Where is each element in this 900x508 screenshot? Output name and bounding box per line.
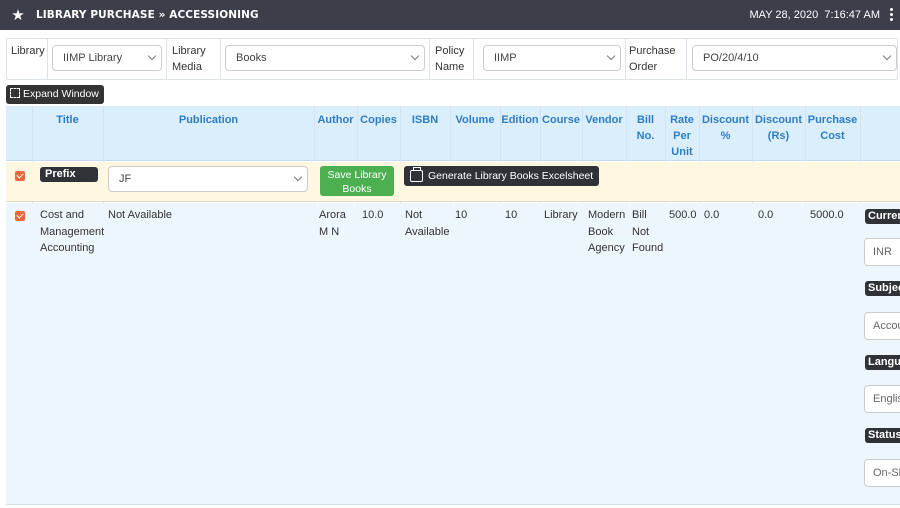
prefix-label: Prefix: [40, 167, 98, 182]
col-header-edition[interactable]: Edition: [500, 112, 540, 128]
purchase-order-select[interactable]: PO/20/4/10: [692, 45, 897, 71]
col-header-discount-rs[interactable]: Discount (Rs): [752, 112, 805, 144]
print-icon: [410, 167, 423, 182]
cell-discount-rs: 0.0: [758, 209, 774, 221]
chevron-down-icon: [410, 51, 420, 61]
cell-bill-no: Bill Not Found: [632, 209, 664, 254]
col-header-purchase-cost[interactable]: Purchase Cost: [805, 112, 860, 144]
cell-discount-pct: 0.0: [704, 209, 720, 221]
language-label: Langu: [865, 355, 900, 370]
status-field[interactable]: On-Sh: [864, 459, 900, 487]
row-checkbox[interactable]: [15, 211, 25, 221]
table-row: Cost and Management Accounting Not Availab…: [6, 203, 900, 505]
cell-copies: 10.0: [362, 209, 384, 221]
col-header-volume[interactable]: Volume: [450, 112, 500, 128]
col-header-author[interactable]: Author: [314, 112, 357, 128]
subject-field[interactable]: Accou: [864, 312, 900, 340]
col-header-course[interactable]: Course: [540, 112, 582, 128]
prefix-select[interactable]: JF: [108, 166, 308, 192]
cell-author: Arora M N: [319, 209, 346, 238]
cell-purchase-cost: 5000.0: [810, 209, 844, 221]
language-field[interactable]: Englis: [864, 385, 900, 413]
save-library-books-button[interactable]: Save Library Books: [320, 166, 394, 196]
filter-bar: Library IIMP Library Library Media Books …: [6, 38, 898, 80]
prefix-row-checkbox[interactable]: [15, 171, 25, 181]
chevron-down-icon: [147, 51, 157, 61]
expand-window-button[interactable]: Expand Window: [6, 85, 104, 104]
expand-icon: [10, 88, 20, 98]
col-header-rate-per-unit[interactable]: Rate Per Unit: [665, 112, 699, 160]
prefix-row: Prefix JF Save Library Books Generate Lib…: [6, 162, 900, 202]
cell-title: Cost and Management Accounting: [40, 209, 105, 254]
cell-isbn: Not Available: [405, 209, 450, 238]
subject-label: Subjec: [865, 281, 900, 296]
cell-publication: Not Available: [108, 209, 173, 221]
col-header-vendor[interactable]: Vendor: [582, 112, 626, 128]
col-header-copies[interactable]: Copies: [357, 112, 400, 128]
page-title: LIBRARY PURCHASE » ACCESSIONING: [36, 9, 259, 21]
purchase-order-label: Purchase Order: [629, 45, 676, 73]
cell-vendor: Modern Book Agency: [588, 209, 626, 254]
col-header-isbn[interactable]: ISBN: [400, 112, 450, 128]
status-label: Status: [865, 428, 900, 443]
cell-rate: 500.0: [669, 209, 697, 221]
currency-field[interactable]: INR: [864, 238, 900, 266]
chevron-down-icon: [293, 172, 303, 182]
col-header-title[interactable]: Title: [32, 112, 103, 128]
cell-edition: 10: [505, 209, 518, 221]
policy-name-label: Policy Name: [435, 45, 465, 73]
top-bar: ★ LIBRARY PURCHASE » ACCESSIONING MAY 28…: [0, 0, 900, 30]
chevron-down-icon: [882, 51, 892, 61]
accession-table: Title Publication Author Copies ISBN Vol…: [6, 106, 900, 506]
library-select[interactable]: IIMP Library: [52, 45, 162, 71]
currency-label: Curren: [865, 209, 900, 224]
cell-course: Library: [544, 209, 578, 221]
cell-volume: 10: [455, 209, 468, 221]
library-media-select[interactable]: Books: [225, 45, 425, 71]
policy-name-select[interactable]: IIMP: [483, 45, 621, 71]
datetime: MAY 28, 2020 7:16:47 AM: [749, 9, 880, 21]
library-media-label: Library Media: [172, 45, 206, 73]
col-header-discount-pct[interactable]: Discount%: [699, 112, 752, 144]
chevron-down-icon: [606, 51, 616, 61]
kebab-menu-icon[interactable]: [890, 8, 894, 22]
col-header-publication[interactable]: Publication: [103, 112, 314, 128]
star-icon[interactable]: ★: [6, 6, 30, 24]
generate-excelsheet-button[interactable]: Generate Library Books Excelsheet: [404, 166, 600, 186]
col-header-bill-no[interactable]: Bill No.: [626, 112, 665, 144]
library-label: Library: [11, 45, 45, 57]
